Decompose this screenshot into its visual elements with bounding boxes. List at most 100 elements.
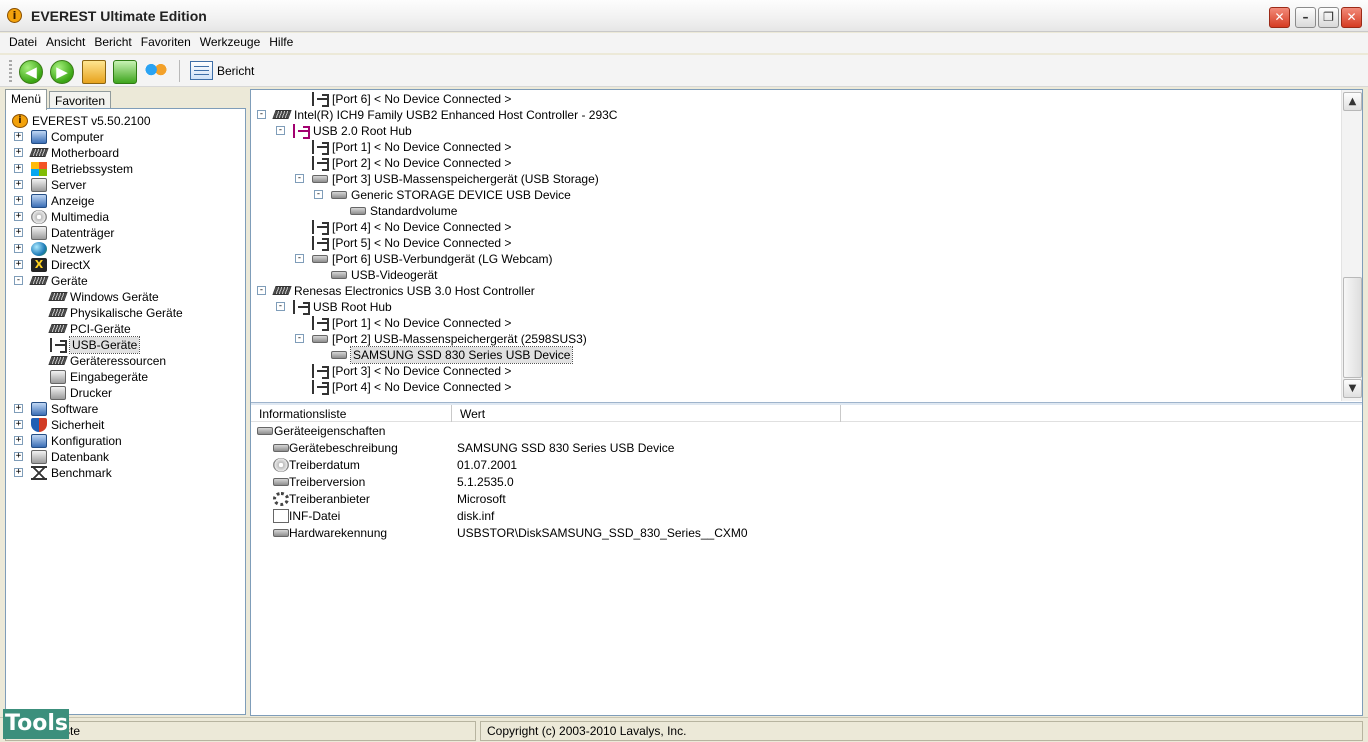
tree-item[interactable]: + Sicherheit	[6, 417, 245, 433]
device-tree-item[interactable]: - [Port 2] USB-Massenspeichergerät (2598S…	[251, 331, 1341, 347]
collapse-icon[interactable]: -	[257, 286, 266, 295]
collapse-icon[interactable]: -	[276, 126, 285, 135]
tree-item[interactable]: + Anzeige	[6, 193, 245, 209]
collapse-icon[interactable]: -	[14, 276, 23, 285]
device-tree-item[interactable]: SAMSUNG SSD 830 Series USB Device	[251, 346, 1341, 364]
device-tree-item[interactable]: [Port 2] < No Device Connected >	[251, 155, 1341, 171]
tree-item[interactable]: + Software	[6, 401, 245, 417]
folder-up-icon[interactable]	[82, 60, 106, 84]
tree-item[interactable]: + Betriebssystem	[6, 161, 245, 177]
minimize-button[interactable]: –	[1295, 7, 1316, 28]
expand-icon[interactable]: +	[14, 452, 23, 461]
expand-icon[interactable]: +	[14, 436, 23, 445]
collapse-icon[interactable]: -	[314, 190, 323, 199]
expand-icon[interactable]: +	[14, 228, 23, 237]
tree-item[interactable]: Drucker	[6, 385, 245, 401]
device-tree-item[interactable]: [Port 3] < No Device Connected >	[251, 363, 1341, 379]
info-row[interactable]: Treiberanbieter Microsoft	[251, 491, 1351, 508]
collapse-icon[interactable]: -	[276, 302, 285, 311]
device-tree-item[interactable]: - [Port 6] USB-Verbundgerät (LG Webcam)	[251, 251, 1341, 267]
tree-item[interactable]: - Geräte	[6, 273, 245, 289]
device-tree-item[interactable]: - USB Root Hub	[251, 299, 1341, 315]
device-tree-item[interactable]: [Port 6] < No Device Connected >	[251, 91, 1341, 107]
tree-item[interactable]: Geräteressourcen	[6, 353, 245, 369]
tree-item[interactable]: + X DirectX	[6, 257, 245, 273]
device-tree-item[interactable]: - Renesas Electronics USB 3.0 Host Contro…	[251, 283, 1341, 299]
device-tree-item[interactable]: [Port 4] < No Device Connected >	[251, 219, 1341, 235]
back-arrow-icon[interactable]: ◀	[19, 60, 43, 84]
expand-icon[interactable]: +	[14, 132, 23, 141]
tree-item[interactable]: PCI-Geräte	[6, 321, 245, 337]
maximize-button[interactable]: ❐	[1318, 7, 1339, 28]
tree-item[interactable]: + Datenträger	[6, 225, 245, 241]
expand-icon[interactable]: +	[14, 260, 23, 269]
expand-icon[interactable]: +	[14, 404, 23, 413]
tree-item[interactable]: + Computer	[6, 129, 245, 145]
tab-favoriten[interactable]: Favoriten	[49, 91, 112, 109]
tree-item[interactable]: USB-Geräte	[6, 336, 245, 354]
menu-favoriten[interactable]: Favoriten	[141, 35, 191, 49]
toolbar-grip[interactable]	[9, 60, 12, 82]
scroll-thumb[interactable]	[1343, 277, 1362, 378]
tree-item[interactable]: + Benchmark	[6, 465, 245, 481]
device-tree-item[interactable]: Standardvolume	[251, 203, 1341, 219]
tree-item[interactable]: + Server	[6, 177, 245, 193]
collapse-icon[interactable]: -	[295, 334, 304, 343]
expand-icon[interactable]: +	[14, 180, 23, 189]
refresh-icon[interactable]	[113, 60, 137, 84]
info-row[interactable]: Treiberversion 5.1.2535.0	[251, 474, 1351, 491]
title-bar[interactable]: i EVEREST Ultimate Edition ✕ – ❐ ✕	[0, 0, 1368, 32]
expand-icon[interactable]: +	[14, 164, 23, 173]
column-informationsliste[interactable]: Informationsliste	[251, 405, 452, 422]
scroll-down-icon[interactable]: ▼	[1343, 379, 1362, 398]
device-tree-item[interactable]: - [Port 3] USB-Massenspeichergerät (USB S…	[251, 171, 1341, 187]
collapse-icon[interactable]: -	[257, 110, 266, 119]
tree-item[interactable]: Windows Geräte	[6, 289, 245, 305]
tree-item[interactable]: Physikalische Geräte	[6, 305, 245, 321]
tab-menu[interactable]: Menü	[5, 89, 48, 110]
expand-icon[interactable]: +	[14, 468, 23, 477]
database-icon	[31, 450, 47, 464]
device-tree-item[interactable]: - Generic STORAGE DEVICE USB Device	[251, 187, 1341, 203]
menu-hilfe[interactable]: Hilfe	[269, 35, 293, 49]
menu-bericht[interactable]: Bericht	[94, 35, 131, 49]
expand-icon[interactable]: +	[14, 212, 23, 221]
tree-item[interactable]: + Motherboard	[6, 145, 245, 161]
forward-arrow-icon[interactable]: ▶	[50, 60, 74, 84]
info-row[interactable]: INF-Datei disk.inf	[251, 508, 1351, 525]
column-wert[interactable]: Wert	[452, 405, 841, 422]
device-tree-item[interactable]: [Port 1] < No Device Connected >	[251, 139, 1341, 155]
device-tree[interactable]: [Port 6] < No Device Connected > - Intel(R…	[251, 90, 1341, 401]
close-icon[interactable]: ✕	[1269, 7, 1290, 28]
device-tree-item[interactable]: [Port 4] < No Device Connected >	[251, 379, 1341, 395]
tree-item[interactable]: + Konfiguration	[6, 433, 245, 449]
device-tree-item[interactable]: USB-Videogerät	[251, 267, 1341, 283]
device-tree-scrollbar[interactable]: ▲ ▼	[1341, 90, 1362, 401]
expand-icon[interactable]: +	[14, 420, 23, 429]
expand-icon[interactable]: +	[14, 148, 23, 157]
navigation-tree[interactable]: i EVEREST v5.50.2100 + Computer + Motherboard…	[5, 108, 246, 715]
info-row[interactable]: Hardwarekennung USBSTOR\DiskSAMSUNG_SSD_8…	[251, 525, 1351, 542]
tree-item[interactable]: + Multimedia	[6, 209, 245, 225]
tree-item[interactable]: i EVEREST v5.50.2100	[6, 113, 245, 129]
tree-item[interactable]: + Datenbank	[6, 449, 245, 465]
device-tree-item[interactable]: - USB 2.0 Root Hub	[251, 123, 1341, 139]
collapse-icon[interactable]: -	[295, 254, 304, 263]
usb-port-icon	[312, 236, 329, 251]
device-tree-item[interactable]: - Intel(R) ICH9 Family USB2 Enhanced Host…	[251, 107, 1341, 123]
close-window-button[interactable]: ✕	[1341, 7, 1362, 28]
menu-datei[interactable]: Datei	[9, 35, 37, 49]
menu-werkzeuge[interactable]: Werkzeuge	[200, 35, 260, 49]
scroll-up-icon[interactable]: ▲	[1343, 92, 1362, 111]
info-row[interactable]: Treiberdatum 01.07.2001	[251, 457, 1351, 474]
expand-icon[interactable]: +	[14, 196, 23, 205]
info-row[interactable]: Gerätebeschreibung SAMSUNG SSD 830 Series…	[251, 440, 1351, 457]
collapse-icon[interactable]: -	[295, 174, 304, 183]
device-tree-item[interactable]: [Port 5] < No Device Connected >	[251, 235, 1341, 251]
tree-item[interactable]: Eingabegeräte	[6, 369, 245, 385]
users-icon[interactable]	[144, 60, 168, 84]
tree-item[interactable]: + Netzwerk	[6, 241, 245, 257]
device-tree-item[interactable]: [Port 1] < No Device Connected >	[251, 315, 1341, 331]
menu-ansicht[interactable]: Ansicht	[46, 35, 85, 49]
expand-icon[interactable]: +	[14, 244, 23, 253]
